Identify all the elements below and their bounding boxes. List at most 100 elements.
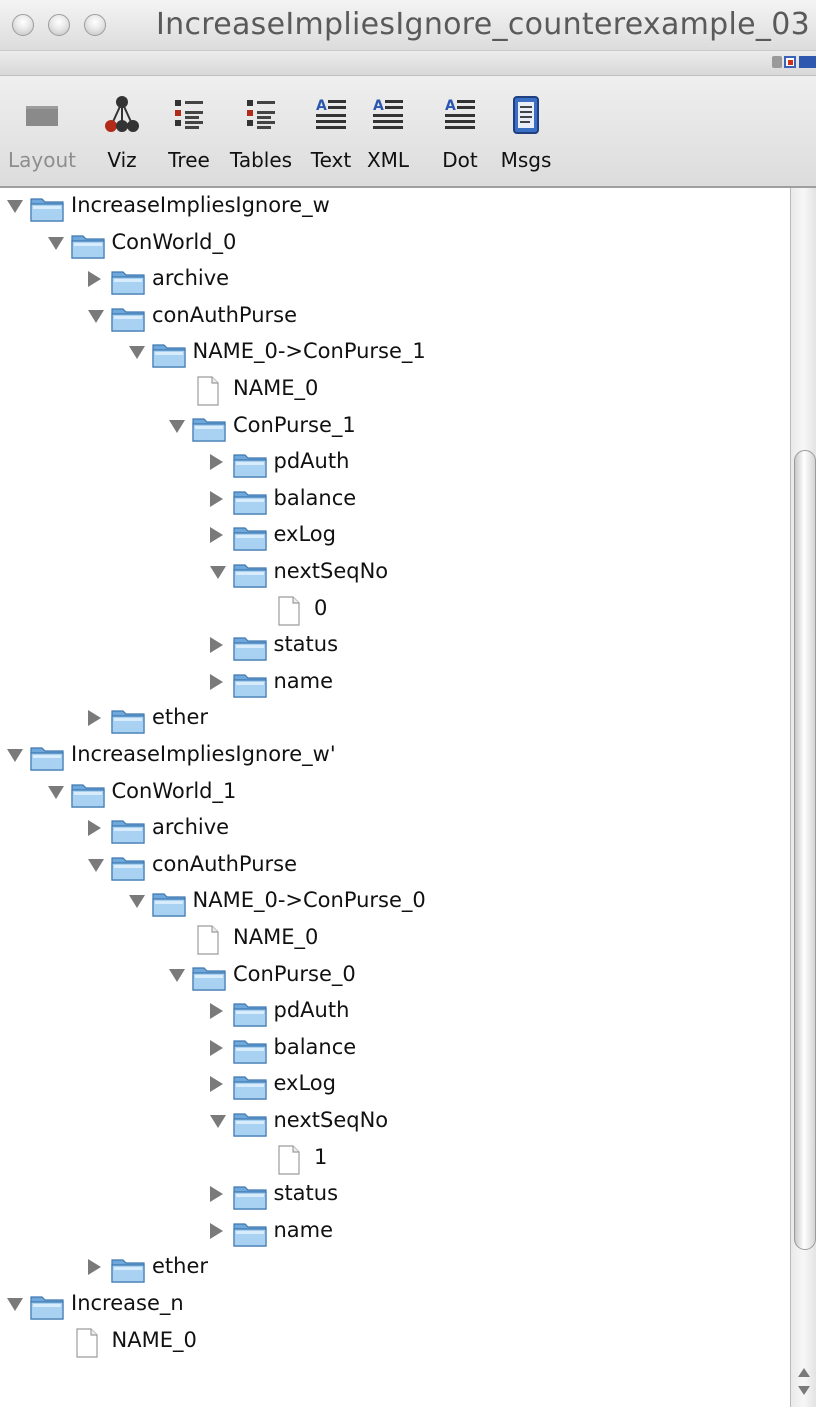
folder-icon [232, 522, 268, 552]
tree-folder-row[interactable]: exLog [0, 519, 790, 555]
layout-button[interactable]: Layout [0, 94, 84, 180]
tree-folder-row[interactable]: ConWorld_1 [0, 776, 790, 812]
scrollbar-thumb[interactable] [794, 450, 816, 1250]
tree-folder-row[interactable]: archive [0, 812, 790, 848]
disclosure-collapsed-icon[interactable] [209, 1222, 223, 1239]
tree-folder-row[interactable]: ConPurse_0 [0, 959, 790, 995]
tree-folder-row[interactable]: archive [0, 263, 790, 299]
toolbar-toggle-icon[interactable] [772, 56, 782, 68]
disclosure-expanded-icon[interactable] [47, 236, 64, 250]
minimize-window-button[interactable] [48, 14, 70, 36]
tree-folder-row[interactable]: conAuthPurse [0, 300, 790, 336]
folder-icon [232, 669, 268, 699]
disclosure-expanded-icon[interactable] [169, 968, 185, 982]
disclosure-expanded-icon[interactable] [209, 1115, 226, 1128]
xml-icon: A [373, 98, 403, 129]
disclosure-expanded-icon[interactable] [7, 749, 23, 762]
disclosure-expanded-icon[interactable] [169, 419, 185, 433]
tree-item-label: NAME_0 [233, 376, 319, 400]
tree-folder-row[interactable]: pdAuth [0, 995, 790, 1031]
disclosure-collapsed-icon[interactable] [209, 1003, 223, 1020]
tree-leaf-row[interactable]: 0 [0, 593, 790, 629]
tree-folder-row[interactable]: NAME_0->ConPurse_0 [0, 885, 790, 921]
tree-item-label: ConPurse_1 [233, 412, 356, 437]
tree-folder-row[interactable]: balance [0, 483, 790, 519]
tree-folder-row[interactable]: status [0, 1178, 790, 1214]
toolbar-strip [0, 51, 816, 76]
tree-folder-row[interactable]: ether [0, 1251, 790, 1287]
disclosure-collapsed-icon[interactable] [209, 490, 223, 507]
tree-item-label: ConWorld_1 [111, 778, 237, 803]
disclosure-expanded-icon[interactable] [128, 895, 145, 909]
disclosure-collapsed-icon[interactable] [88, 271, 101, 288]
disclosure-expanded-icon[interactable] [88, 309, 104, 323]
tree-folder-row[interactable]: status [0, 629, 790, 665]
tree-folder-row[interactable]: IncreaseImpliesIgnore_w' [0, 739, 790, 775]
tree-item-label: status [273, 1181, 339, 1206]
xml-button[interactable]: A XML [360, 94, 416, 180]
tree-folder-row[interactable]: nextSeqNo [0, 556, 790, 592]
tree-folder-row[interactable]: Increase_n [0, 1288, 790, 1324]
disclosure-expanded-icon[interactable] [128, 346, 145, 360]
text-button[interactable]: A Text [304, 94, 358, 180]
tree-folder-row[interactable]: balance [0, 1032, 790, 1068]
disclosure-expanded-icon[interactable] [7, 200, 23, 213]
disclosure-collapsed-icon[interactable] [209, 527, 223, 544]
tree-folder-row[interactable]: NAME_0->ConPurse_1 [0, 336, 790, 372]
tree-folder-row[interactable]: pdAuth [0, 446, 790, 482]
disclosure-collapsed-icon[interactable] [209, 1039, 223, 1056]
tree-folder-row[interactable]: ether [0, 702, 790, 738]
tree-item-label: pdAuth [273, 998, 350, 1023]
tree-item-label: NAME_0->ConPurse_1 [192, 339, 426, 364]
folder-icon [232, 449, 268, 479]
msgs-button[interactable]: Msgs [494, 94, 558, 180]
tree-button[interactable]: Tree [160, 94, 218, 180]
tree-folder-row[interactable]: name [0, 1215, 790, 1251]
disclosure-collapsed-icon[interactable] [209, 454, 223, 471]
graph-icon [105, 96, 139, 132]
tree-folder-row[interactable]: exLog [0, 1068, 790, 1104]
disclosure-expanded-icon[interactable] [47, 785, 64, 799]
disclosure-collapsed-icon[interactable] [209, 637, 223, 654]
tree-folder-row[interactable]: IncreaseImpliesIgnore_w [0, 190, 790, 226]
disclosure-collapsed-icon[interactable] [88, 1259, 101, 1276]
disclosure-collapsed-icon[interactable] [209, 1076, 223, 1093]
tree-folder-row[interactable]: conAuthPurse [0, 849, 790, 885]
tree-folder-row[interactable]: name [0, 666, 790, 702]
window-mini-icon[interactable] [784, 56, 796, 68]
disclosure-collapsed-icon[interactable] [88, 820, 101, 837]
tree-leaf-row[interactable]: 1 [0, 1142, 790, 1178]
folder-icon [110, 815, 146, 845]
dot-button[interactable]: A Dot [434, 94, 486, 180]
layout-label: Layout [8, 148, 76, 172]
disclosure-expanded-icon[interactable] [209, 566, 226, 579]
document-icon [74, 1327, 100, 1359]
tree-item-label: status [273, 632, 339, 657]
tree-folder-row[interactable]: ConWorld_0 [0, 227, 790, 263]
folder-icon [110, 852, 146, 882]
close-mini-icon[interactable] [799, 56, 816, 68]
scroll-down-icon[interactable] [798, 1386, 810, 1395]
viz-button[interactable]: Viz [94, 94, 150, 180]
tree-item-label: archive [152, 266, 230, 291]
tree-leaf-row[interactable]: NAME_0 [0, 373, 790, 409]
disclosure-collapsed-icon[interactable] [209, 1186, 223, 1203]
disclosure-expanded-icon[interactable] [88, 858, 104, 872]
tree-item-label: name [273, 668, 334, 693]
document-icon [195, 375, 221, 407]
disclosure-collapsed-icon[interactable] [88, 710, 101, 727]
folder-icon [232, 1218, 268, 1248]
scroll-up-icon[interactable] [798, 1368, 810, 1377]
tree-item-label: 0 [314, 595, 328, 620]
disclosure-expanded-icon[interactable] [7, 1298, 23, 1311]
tree-folder-row[interactable]: nextSeqNo [0, 1105, 790, 1141]
tree-leaf-row[interactable]: NAME_0 [0, 1325, 790, 1361]
folder-icon [29, 742, 65, 772]
vertical-scrollbar[interactable] [790, 188, 816, 1407]
disclosure-collapsed-icon[interactable] [209, 673, 223, 690]
tree-folder-row[interactable]: ConPurse_1 [0, 410, 790, 446]
close-window-button[interactable] [12, 14, 34, 36]
tables-button[interactable]: Tables [224, 94, 298, 180]
zoom-window-button[interactable] [84, 14, 106, 36]
tree-leaf-row[interactable]: NAME_0 [0, 922, 790, 958]
